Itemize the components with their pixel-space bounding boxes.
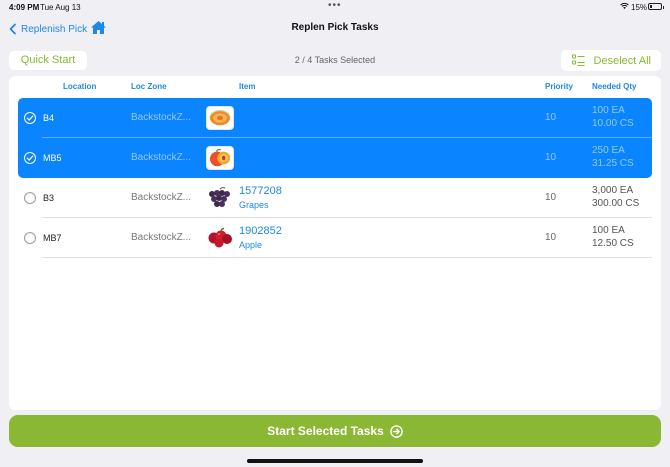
qty-case-cell: 31.25 CS bbox=[592, 158, 634, 169]
column-header-loc-zone[interactable]: Loc Zone bbox=[131, 82, 167, 91]
status-time: 4:09 PM bbox=[9, 3, 40, 12]
grapes-icon bbox=[206, 186, 234, 210]
page-title: Replen Pick Tasks bbox=[291, 22, 379, 33]
loc-zone-cell: BackstockZ... bbox=[131, 152, 192, 163]
location-cell: MB7 bbox=[43, 233, 62, 243]
peach-icon bbox=[206, 146, 234, 170]
priority-cell: 10 bbox=[545, 192, 557, 203]
radio-unchecked-icon[interactable] bbox=[24, 192, 36, 204]
status-date: Tue Aug 13 bbox=[40, 3, 81, 12]
column-header-needed-qty[interactable]: Needed Qty bbox=[592, 82, 636, 91]
qty-case-cell: 10.00 CS bbox=[592, 118, 634, 129]
priority-cell: 10 bbox=[545, 112, 557, 123]
cantaloupe-icon bbox=[206, 106, 234, 130]
wifi-icon bbox=[620, 2, 629, 9]
table-row[interactable]: B4 BackstockZ... 10 100 EA 10.00 CS bbox=[18, 98, 652, 138]
checkmark-icon[interactable] bbox=[24, 152, 36, 164]
battery-level-fill bbox=[650, 5, 652, 8]
table-row[interactable]: B3 BackstockZ... 1577208 Grapes 10 3,000… bbox=[18, 178, 652, 218]
deselect-all-label: Deselect All bbox=[593, 54, 651, 67]
column-header-location[interactable]: Location bbox=[63, 82, 96, 91]
start-selected-tasks-button[interactable]: Start Selected Tasks bbox=[9, 415, 661, 447]
radio-unchecked-icon[interactable] bbox=[24, 232, 36, 244]
toolbar: Quick Start 2 / 4 Tasks Selected Deselec… bbox=[0, 50, 670, 72]
checklist-icon bbox=[572, 54, 585, 66]
qty-case-cell: 300.00 CS bbox=[592, 198, 640, 209]
location-cell: B4 bbox=[43, 113, 55, 123]
item-name-link[interactable]: Apple bbox=[239, 240, 262, 250]
qty-case-cell: 12.50 CS bbox=[592, 238, 634, 249]
task-table: Location Loc Zone Item Priority Needed Q… bbox=[9, 76, 661, 410]
qty-each-cell: 3,000 EA bbox=[592, 185, 634, 196]
column-header-item[interactable]: Item bbox=[239, 82, 255, 91]
qty-each-cell: 250 EA bbox=[592, 145, 625, 156]
item-number-link[interactable]: 1577208 bbox=[239, 185, 282, 197]
loc-zone-cell: BackstockZ... bbox=[131, 192, 192, 203]
qty-each-cell: 100 EA bbox=[592, 225, 625, 236]
battery-percent: 15% bbox=[631, 3, 648, 12]
checkmark-icon[interactable] bbox=[24, 112, 36, 124]
priority-cell: 10 bbox=[545, 152, 557, 163]
priority-cell: 10 bbox=[545, 232, 557, 243]
apple-icon bbox=[206, 226, 234, 250]
multitasking-dots[interactable]: ••• bbox=[328, 0, 342, 11]
battery-icon bbox=[648, 3, 664, 10]
item-name-link[interactable]: Grapes bbox=[239, 200, 269, 210]
location-cell: B3 bbox=[43, 193, 55, 203]
qty-each-cell: 100 EA bbox=[592, 105, 625, 116]
home-indicator[interactable] bbox=[247, 459, 423, 463]
loc-zone-cell: BackstockZ... bbox=[131, 112, 192, 123]
arrow-right-circle-icon bbox=[389, 424, 403, 438]
start-selected-tasks-label: Start Selected Tasks bbox=[267, 424, 384, 438]
status-bar: 4:09 PM Tue Aug 13 ••• 15% bbox=[0, 0, 670, 14]
item-number-link[interactable]: 1902852 bbox=[239, 225, 282, 237]
location-cell: MB5 bbox=[43, 153, 62, 163]
table-row[interactable]: MB5 BackstockZ... 10 250 EA 31.25 CS bbox=[18, 138, 652, 178]
loc-zone-cell: BackstockZ... bbox=[131, 232, 192, 243]
deselect-all-button[interactable]: Deselect All bbox=[561, 50, 661, 71]
navigation-bar: Replenish Pick Replen Pick Tasks bbox=[0, 14, 670, 42]
row-divider bbox=[42, 257, 652, 258]
table-row[interactable]: MB7 BackstockZ... 1902852 Apple 10 100 E… bbox=[18, 218, 652, 258]
column-header-priority[interactable]: Priority bbox=[545, 82, 573, 91]
